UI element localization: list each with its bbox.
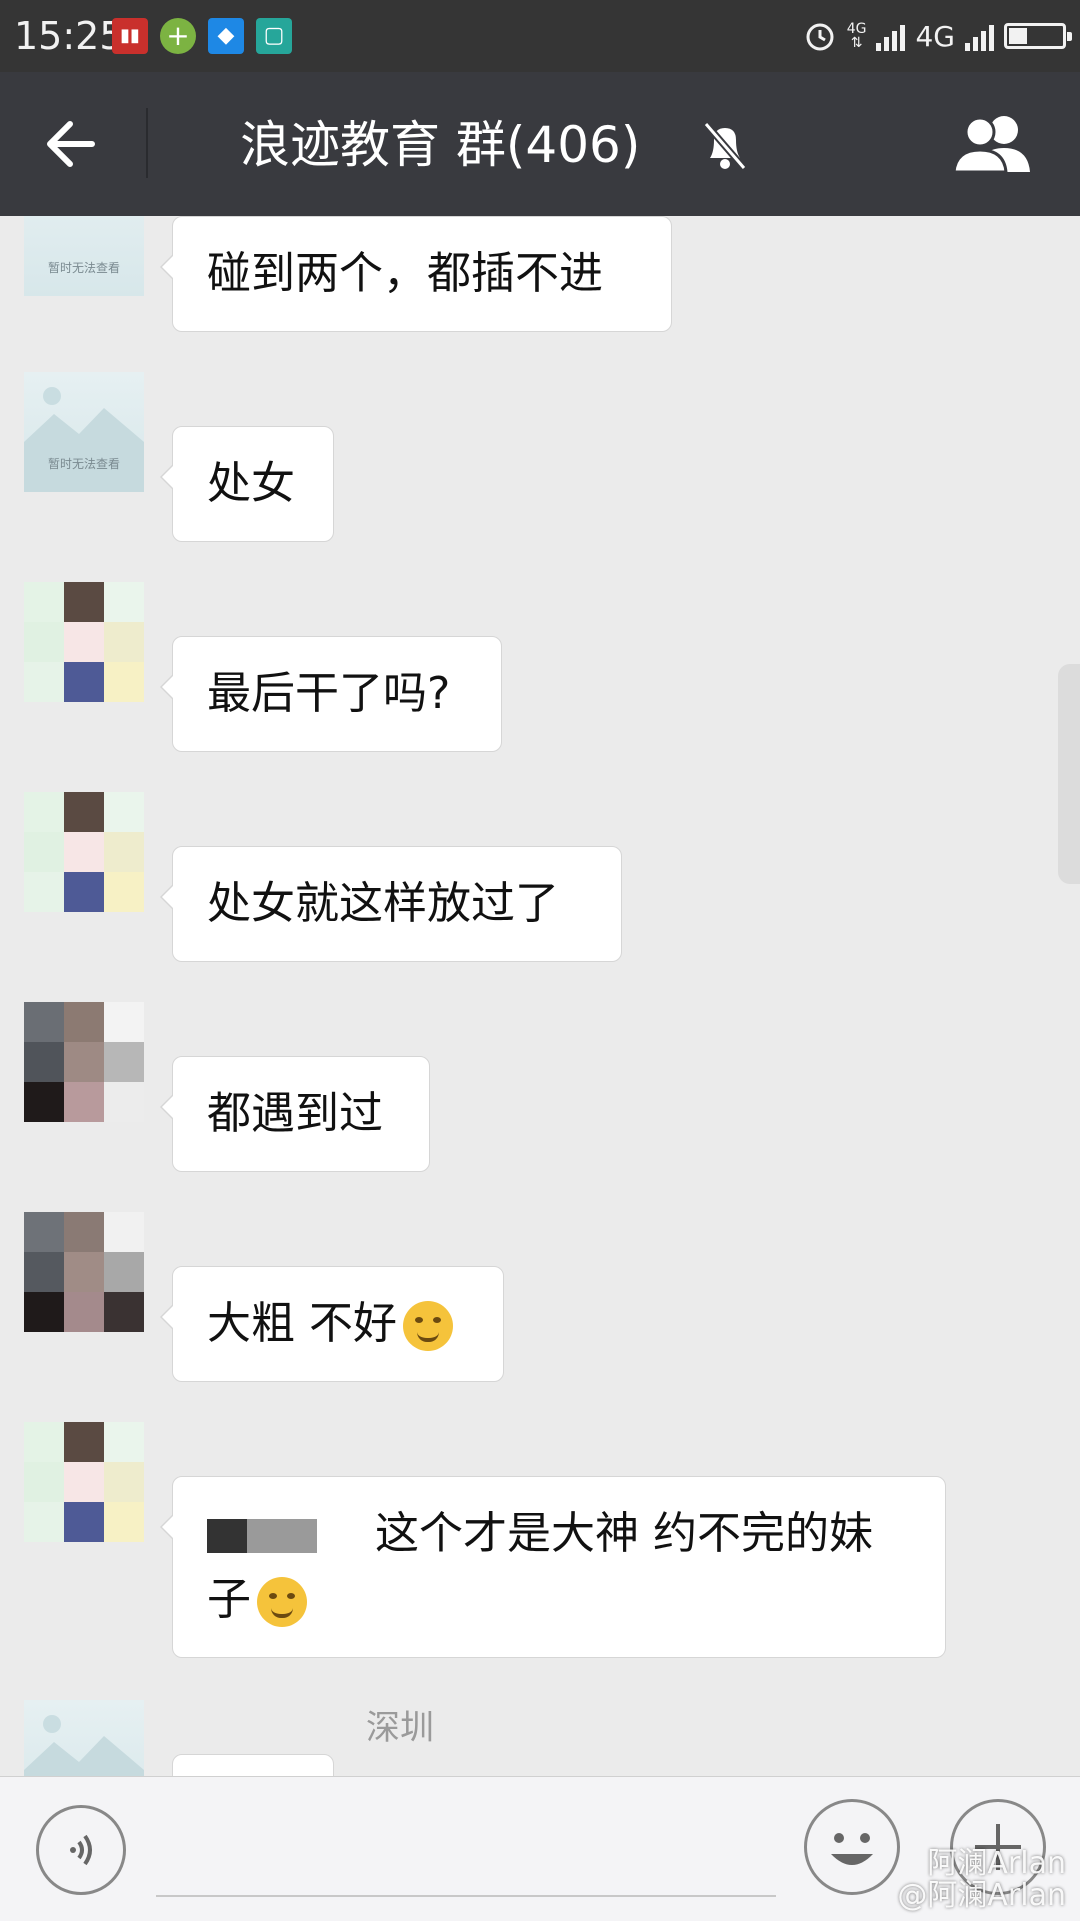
avatar[interactable] — [24, 792, 144, 912]
alipay-icon: ◆ — [208, 18, 244, 54]
group-members-button[interactable] — [948, 112, 1038, 176]
avatar-placeholder-text: 暂时无法查看 — [47, 261, 120, 275]
smiley-icon — [831, 1833, 873, 1865]
avatar[interactable] — [24, 1002, 144, 1122]
message-bubble[interactable]: 这个才是大神 约不完的妹 子 — [160, 1476, 946, 1658]
message-bubble[interactable]: 碰到两个，都插不进 — [160, 216, 672, 332]
redacted-mention — [247, 1519, 317, 1553]
sender-name: 深圳 — [366, 1708, 434, 1748]
group-members-icon — [952, 116, 1030, 174]
message-text: 大粗 不好 — [207, 1298, 397, 1349]
emoji-button[interactable] — [804, 1799, 900, 1895]
scan-icon: ▢ — [256, 18, 292, 54]
message-bubble[interactable]: 处女 — [160, 426, 334, 542]
watermark-line2: @阿澜Arlan — [897, 1878, 1066, 1913]
message-text: 碰到两个，都插不进 — [207, 248, 603, 299]
signal-icon — [876, 21, 906, 51]
status-bar: 15:25 ▮▮ + ◆ ▢ 4G ⇅ 4G — [0, 0, 1080, 72]
message-bubble[interactable]: 处女就这样放过了 — [160, 846, 622, 962]
arrow-left-icon — [47, 121, 95, 167]
plus-app-icon: + — [160, 18, 196, 54]
message-bubble[interactable]: 大粗 不好 — [160, 1266, 504, 1382]
message-text: 最后干了吗? — [207, 668, 451, 719]
scroll-handle[interactable] — [1058, 664, 1080, 884]
message-input[interactable] — [156, 1807, 780, 1895]
chat-area[interactable]: 暂时无法查看 碰到两个，都插不进 暂时无法查看 处女 最后干了吗? 处女就这样放… — [0, 216, 1080, 1776]
avatar-placeholder-text: 暂时无法查看 — [47, 457, 120, 471]
watermark: 阿澜Arlan @阿澜Arlan — [897, 1848, 1066, 1912]
status-indicators: 4G ⇅ 4G — [803, 14, 1072, 58]
avatar[interactable] — [24, 582, 144, 702]
chat-header: 浪迹教育 群(406) — [0, 72, 1080, 216]
message-text: 都遇到过 — [207, 1088, 383, 1139]
alarm-icon — [806, 23, 834, 51]
message-bubble[interactable]: 最后干了吗? — [160, 636, 502, 752]
listen-app-icon: ▮▮ — [112, 18, 148, 54]
voice-icon — [70, 1834, 92, 1866]
watermark-line1: 阿澜Arlan — [927, 1846, 1066, 1881]
image-placeholder-icon — [24, 1715, 144, 1776]
avatar[interactable]: 暂时无法查看 — [24, 216, 144, 296]
message-text: 这个才是大神 约不完的妹 — [375, 1508, 873, 1559]
image-placeholder-icon — [24, 387, 144, 492]
chat-title: 浪迹教育 群(406) — [240, 116, 641, 174]
battery-level — [1009, 28, 1028, 44]
battery-icon — [1004, 23, 1072, 49]
avatar[interactable]: 暂时无法查看 — [24, 372, 144, 492]
avatar[interactable] — [24, 1422, 144, 1542]
message-text: 子 — [207, 1574, 251, 1625]
input-underline — [156, 1895, 776, 1897]
network-label-small: 4G — [846, 21, 867, 37]
avatar[interactable] — [24, 1700, 144, 1776]
header-divider — [146, 108, 148, 178]
avatar[interactable] — [24, 1212, 144, 1332]
thinking-emoji-icon — [403, 1301, 453, 1351]
status-time: 15:25 — [14, 14, 124, 58]
message-bubble[interactable]: 都遇到过 — [160, 1056, 430, 1172]
voice-button[interactable] — [36, 1805, 126, 1895]
signal-icon-2 — [965, 21, 994, 51]
bell-muted-icon — [700, 118, 750, 174]
message-text: 处女就这样放过了 — [207, 878, 559, 929]
message-text: 处女 — [207, 458, 295, 509]
redacted-mention — [207, 1519, 247, 1553]
network-4g-small: 4G ⇅ — [847, 22, 867, 50]
data-arrows-icon: ⇅ — [850, 35, 863, 51]
smirk-emoji-icon — [257, 1577, 307, 1627]
message-bubble[interactable] — [172, 1754, 334, 1776]
back-button[interactable] — [30, 108, 110, 180]
network-4g: 4G — [915, 19, 955, 53]
